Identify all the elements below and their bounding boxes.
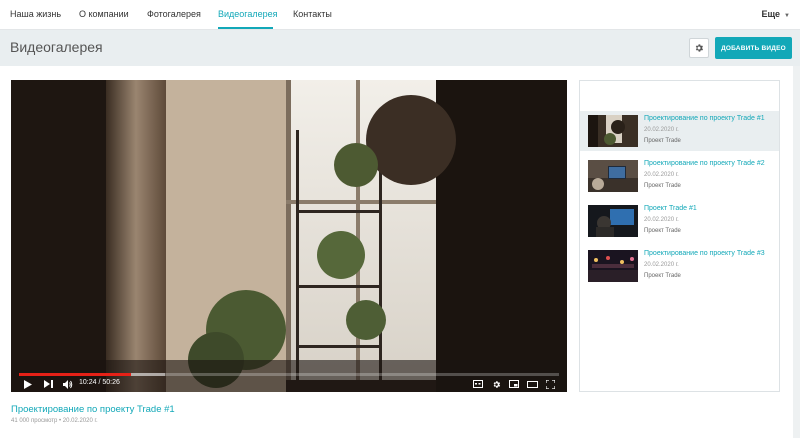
settings-button[interactable] (489, 377, 503, 391)
active-tab-indicator (218, 27, 273, 29)
video-thumbnail (588, 115, 638, 147)
chevron-down-icon: ▼ (784, 13, 790, 19)
playlist-item-date: 20.02.2020 г. (644, 217, 679, 223)
nav-more-label: Еще (761, 9, 781, 19)
video-meta: 41 000 просмотр • 20.02.2020 г. (11, 418, 98, 424)
page-header: Видеогалерея ДОБАВИТЬ ВИДЕО (0, 30, 800, 66)
time-display: 10:24 / 50:26 (79, 379, 120, 386)
gear-icon (695, 44, 704, 52)
fullscreen-icon (545, 379, 555, 389)
nav-item-video-gallery[interactable]: Видеогалерея (218, 9, 278, 19)
player-controls: 10:24 / 50:26 (11, 376, 567, 392)
playlist-item[interactable]: Проект Trade #1 20.02.2020 г. Проект Tra… (580, 201, 779, 241)
video-thumbnail (588, 250, 638, 282)
subtitles-button[interactable] (471, 377, 485, 391)
playlist-item[interactable]: Проектирование по проекту Trade #3 20.02… (580, 246, 779, 286)
playlist-item-title: Проектирование по проекту Trade #3 (644, 250, 765, 257)
playlist-item[interactable]: Проектирование по проекту Trade #2 20.02… (580, 156, 779, 196)
next-button[interactable] (41, 377, 55, 391)
fullscreen-button[interactable] (543, 377, 557, 391)
page-title: Видеогалерея (10, 39, 103, 55)
nav-item-contacts[interactable]: Контакты (293, 9, 332, 19)
playlist-item-date: 20.02.2020 г. (644, 262, 679, 268)
miniplayer-icon (509, 380, 519, 388)
subtitles-icon (473, 380, 483, 388)
nav-more-menu[interactable]: Еще ▼ (761, 9, 790, 19)
nav-item-photo-gallery[interactable]: Фотогалерея (147, 9, 201, 19)
video-title[interactable]: Проектирование по проекту Trade #1 (11, 404, 175, 415)
playlist-item-project: Проект Trade (644, 183, 681, 189)
playlist-item-project: Проект Trade (644, 273, 681, 279)
miniplayer-button[interactable] (507, 377, 521, 391)
video-thumbnail (588, 205, 638, 237)
video-frame (11, 80, 567, 392)
playlist-item[interactable]: Проектирование по проекту Trade #1 20.02… (580, 111, 779, 151)
theater-mode-icon (526, 380, 538, 388)
playlist-item-project: Проект Trade (644, 138, 681, 144)
top-navigation: Наша жизнь О компании Фотогалерея Видеог… (0, 0, 800, 30)
playlist-item-date: 20.02.2020 г. (644, 172, 679, 178)
nav-item-about[interactable]: О компании (79, 9, 129, 19)
gear-icon (493, 380, 500, 388)
playlist-item-title: Проектирование по проекту Trade #1 (644, 115, 765, 122)
add-video-button[interactable]: ДОБАВИТЬ ВИДЕО (715, 37, 792, 59)
play-button[interactable] (21, 377, 35, 391)
nav-item-our-life[interactable]: Наша жизнь (10, 9, 61, 19)
skip-next-icon (43, 380, 53, 388)
settings-button[interactable] (689, 38, 709, 58)
volume-icon (63, 379, 73, 389)
video-playlist: Проектирование по проекту Trade #1 20.02… (579, 80, 780, 392)
video-thumbnail (588, 160, 638, 192)
play-icon (24, 379, 32, 389)
theater-mode-button[interactable] (525, 377, 539, 391)
playlist-item-project: Проект Trade (644, 228, 681, 234)
playlist-item-title: Проект Trade #1 (644, 205, 697, 212)
playlist-item-date: 20.02.2020 г. (644, 127, 679, 133)
volume-button[interactable] (61, 377, 75, 391)
page-scrollbar[interactable] (793, 66, 800, 438)
playlist-item-title: Проектирование по проекту Trade #2 (644, 160, 765, 167)
video-player[interactable]: 10:24 / 50:26 (11, 80, 567, 392)
